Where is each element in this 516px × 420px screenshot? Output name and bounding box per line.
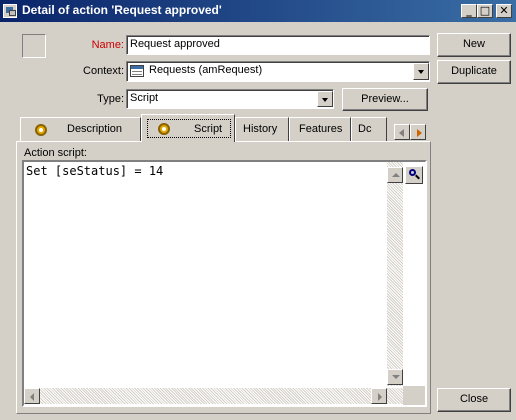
duplicate-button[interactable]: Duplicate — [437, 60, 511, 84]
tab-dc[interactable]: Dc — [351, 117, 387, 141]
search-button[interactable] — [405, 166, 423, 184]
type-dropdown-button[interactable] — [317, 91, 333, 107]
tab-description-label: Description — [67, 123, 123, 135]
close-button[interactable]: Close — [437, 388, 511, 412]
type-value: Script — [130, 92, 159, 104]
tab-features[interactable]: Features — [289, 117, 351, 141]
horizontal-scrollbar[interactable] — [24, 388, 403, 404]
tab-scroll-right-button[interactable] — [410, 124, 426, 140]
action-script-label: Action script: — [24, 147, 87, 159]
name-field[interactable]: Request approved — [126, 35, 430, 55]
tab-history[interactable]: History — [235, 117, 289, 141]
preview-button[interactable]: Preview... — [342, 88, 428, 111]
action-detail-icon — [3, 4, 17, 18]
script-editor[interactable]: Set [seStatus] = 14 — [22, 160, 427, 407]
tab-features-label: Features — [299, 123, 343, 135]
table-icon — [130, 65, 144, 77]
type-select[interactable]: Script — [126, 89, 334, 109]
window-title: Detail of action 'Request approved' — [22, 3, 222, 17]
name-label: Name: — [91, 39, 124, 51]
context-dropdown-button[interactable] — [413, 63, 429, 80]
tab-script[interactable]: Script — [141, 114, 235, 142]
scroll-corner — [403, 386, 425, 405]
context-value: Requests (amRequest) — [149, 64, 263, 76]
maximize-button[interactable]: □ — [477, 4, 493, 18]
gear-icon — [35, 124, 47, 136]
scroll-left-button[interactable] — [24, 388, 40, 404]
tab-history-label: History — [243, 123, 278, 135]
context-label: Context: — [83, 65, 124, 77]
tab-script-label: Script — [194, 123, 223, 135]
context-field[interactable]: Requests (amRequest) — [126, 61, 430, 82]
scroll-right-button[interactable] — [371, 388, 387, 404]
new-button[interactable]: New — [437, 33, 511, 57]
type-label: Type: — [97, 93, 124, 105]
tab-dc-label: Dc — [358, 123, 372, 135]
preview-button-label: Preview... — [361, 93, 409, 105]
scroll-down-button[interactable] — [387, 369, 403, 385]
minimize-button[interactable]: _ — [461, 4, 477, 18]
title-bar[interactable]: Detail of action 'Request approved' _ □ … — [0, 0, 516, 22]
close-window-button[interactable]: ✕ — [496, 4, 512, 18]
vertical-scrollbar[interactable] — [387, 162, 403, 386]
tab-description[interactable]: Description — [20, 117, 141, 141]
tab-scroll-left-button[interactable] — [394, 124, 410, 140]
script-code: Set [seStatus] = 14 — [26, 164, 164, 178]
scroll-up-button[interactable] — [387, 167, 403, 183]
script-gear-icon — [158, 123, 170, 135]
record-image[interactable] — [22, 34, 46, 58]
